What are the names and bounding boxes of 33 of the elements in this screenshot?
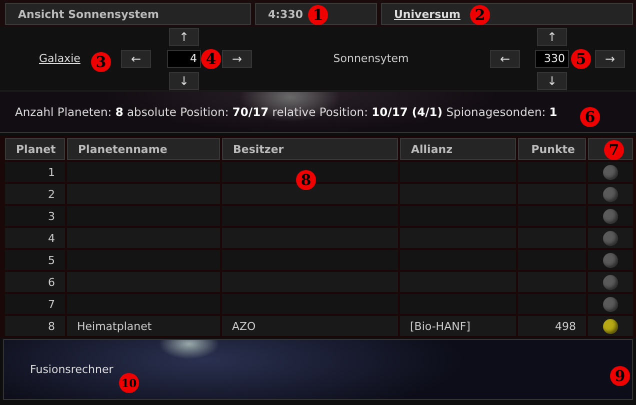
- table-cell: 8: [5, 316, 65, 336]
- fusion-calculator-link[interactable]: Fusionsrechner: [30, 363, 114, 376]
- table-cell: [Bio-HANF]: [400, 316, 516, 336]
- column-header: Punkte: [518, 138, 586, 160]
- galaxy-link[interactable]: Galaxie: [39, 52, 80, 65]
- table-cell: 1: [5, 162, 65, 182]
- up-arrow-button[interactable]: ↑: [537, 28, 567, 46]
- down-arrow-button[interactable]: ↓: [169, 72, 199, 90]
- up-arrow-button[interactable]: ↑: [169, 28, 199, 46]
- left-arrow-button[interactable]: ←: [121, 50, 151, 68]
- right-arrow-button[interactable]: →: [222, 50, 252, 68]
- table-cell: 5: [5, 250, 65, 270]
- table-cell: 4: [5, 228, 65, 248]
- column-header: Allianz: [400, 138, 516, 160]
- table-cell: 7: [5, 294, 65, 314]
- down-arrow-button[interactable]: ↓: [537, 72, 567, 90]
- left-arrow-button[interactable]: ←: [490, 50, 520, 68]
- table-cell: 6: [5, 272, 65, 292]
- column-header: Planetenname: [67, 138, 220, 160]
- table-cell: 2: [5, 184, 65, 204]
- system-input[interactable]: 330: [535, 50, 569, 68]
- table-cell: Heimatplanet: [67, 316, 220, 336]
- table-cell: AZO: [222, 316, 398, 336]
- universe-link[interactable]: Universum: [394, 8, 460, 20]
- system-label: Sonnensytem: [333, 52, 409, 65]
- view-title: Ansicht Sonnensystem: [5, 3, 251, 25]
- column-header: Besitzer: [222, 138, 398, 160]
- column-header: Planet: [5, 138, 65, 160]
- galaxy-input[interactable]: 4: [167, 50, 201, 68]
- info-text: Anzahl Planeten: 8 absolute Position: 70/17 relative Position: 10/17 (4/1) Spionagesonden: 1: [15, 105, 558, 119]
- table-cell: 498: [518, 316, 586, 336]
- table-cell: 3: [5, 206, 65, 226]
- right-arrow-button[interactable]: →: [595, 50, 625, 68]
